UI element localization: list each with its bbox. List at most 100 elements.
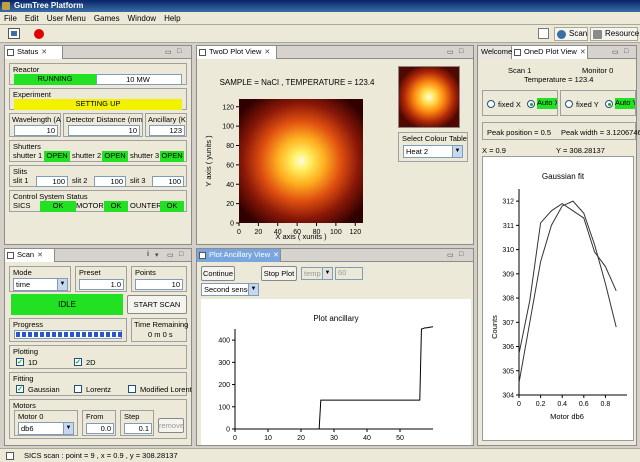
- window-title: GumTree Platform: [14, 1, 84, 10]
- start-scan-button[interactable]: START SCAN: [127, 295, 187, 314]
- chevron-down-icon[interactable]: ▾: [155, 251, 159, 259]
- sensor-select[interactable]: Second sensor ▼: [201, 283, 259, 296]
- y-tick-label: 0: [230, 221, 234, 228]
- tab-oned-plot-view[interactable]: OneD Plot View ✕: [512, 46, 588, 59]
- temp-value-input[interactable]: 60: [335, 267, 363, 280]
- close-icon[interactable]: ✕: [264, 49, 270, 56]
- time-remaining-value: 0 m 0 s: [148, 330, 173, 339]
- minimize-icon[interactable]: ▭: [447, 48, 454, 56]
- menu-file[interactable]: File: [0, 12, 21, 25]
- slit-2-value: 100: [94, 176, 126, 187]
- progress-segment: [16, 332, 20, 337]
- info-icon[interactable]: i: [147, 251, 149, 258]
- progress-segment: [46, 332, 50, 337]
- close-icon[interactable]: ✕: [37, 252, 43, 259]
- preset-input[interactable]: 1.0: [79, 279, 124, 290]
- detector-distance-group: Detector Distance (mm 10: [63, 113, 143, 137]
- twod-plot[interactable]: SAMPLE = NaCl , TEMPERATURE = 123.4 0 20 4…: [199, 61, 395, 243]
- tab-twod-plot-view[interactable]: TwoD Plot View ✕: [197, 46, 277, 59]
- sics-state: OK: [40, 201, 76, 212]
- tab-status[interactable]: Status ✕: [5, 46, 63, 59]
- tab-plot-ancillary-view[interactable]: Plot Ancillary View ✕: [197, 249, 281, 262]
- temp-select[interactable]: temp ▼: [301, 267, 333, 280]
- x-tick-label: 20: [254, 229, 262, 236]
- fixed-y-radio[interactable]: [565, 100, 573, 108]
- minimize-icon[interactable]: ▭: [612, 48, 619, 56]
- lorentz-checkbox[interactable]: [74, 385, 82, 393]
- colour-table-select[interactable]: Heat 2 ▼: [403, 145, 463, 158]
- maximize-icon[interactable]: □: [179, 251, 183, 258]
- x-tick-label: 0.4: [557, 401, 567, 408]
- minimize-icon[interactable]: ▭: [167, 251, 174, 259]
- open-perspective-icon[interactable]: [538, 28, 549, 39]
- progress-segment: [82, 332, 86, 337]
- chevron-down-icon: ▼: [322, 268, 332, 279]
- minimize-icon[interactable]: ▭: [165, 48, 172, 56]
- step-input[interactable]: 0.1: [124, 423, 152, 434]
- x-tick-label: 0.2: [536, 401, 546, 408]
- oned-plot-view: Welcome OneD Plot View ✕ ▭ □ Scan 1 Monit…: [477, 45, 640, 446]
- stop-record-icon[interactable]: [34, 29, 44, 39]
- motors-group: Motors Motor 0 db6 ▼ From 0.0 Step 0.1 re…: [9, 399, 187, 439]
- plot-1d-checkbox[interactable]: ✓: [16, 358, 24, 366]
- menu-edit[interactable]: Edit: [21, 12, 43, 25]
- y-tick-label: 400: [218, 338, 230, 345]
- gaussian-data-line: [518, 202, 617, 354]
- ancillary-group: Ancillary (K 123: [145, 113, 187, 137]
- auto-x-radio[interactable]: [527, 100, 535, 108]
- progress-segment: [28, 332, 32, 337]
- mode-select[interactable]: time ▼: [13, 278, 68, 291]
- chevron-down-icon: ▼: [63, 423, 73, 434]
- wavelength-value: 10: [14, 125, 58, 136]
- menu-bar: File Edit User Menu Games Window Help: [0, 12, 640, 25]
- points-input[interactable]: 10: [135, 279, 183, 290]
- maximize-icon[interactable]: □: [177, 48, 181, 55]
- gaussian-fit-plot[interactable]: Gaussian fit 304 305 306 307 308 309 310 311 312…: [482, 156, 634, 441]
- from-input[interactable]: 0.0: [86, 423, 114, 434]
- close-icon[interactable]: ✕: [41, 49, 47, 56]
- perspective-scan[interactable]: Scan: [554, 27, 588, 41]
- motor-select[interactable]: db6 ▼: [18, 422, 74, 435]
- plot-2d-checkbox[interactable]: ✓: [74, 358, 82, 366]
- menu-window[interactable]: Window: [124, 12, 160, 25]
- plot-ancillary-view: Plot Ancillary View ✕ ▭ □ Continue Stop P…: [196, 248, 474, 446]
- y-tick-label: 305: [502, 368, 514, 375]
- points-group: Points 10: [131, 266, 187, 292]
- minimize-icon[interactable]: ▭: [447, 251, 454, 259]
- modified-lorentz-checkbox[interactable]: [128, 385, 136, 393]
- menu-games[interactable]: Games: [90, 12, 124, 25]
- view-icon: [7, 49, 14, 56]
- tab-scan[interactable]: Scan ✕: [5, 249, 55, 262]
- y-tick-label: 306: [502, 344, 514, 351]
- maximize-icon[interactable]: □: [624, 48, 628, 55]
- progress-segment: [34, 332, 38, 337]
- fixed-x-radio[interactable]: [487, 100, 495, 108]
- shutter-2-state: OPEN: [102, 151, 128, 162]
- experiment-group: Experiment SETTING UP: [9, 88, 187, 110]
- tab-welcome[interactable]: Welcome: [478, 46, 512, 59]
- monitor-value: Monitor 0: [582, 66, 614, 75]
- time-remaining-group: Time Remaining 0 m 0 s: [131, 318, 188, 342]
- close-icon[interactable]: ✕: [580, 49, 586, 56]
- remove-motor-button[interactable]: remove: [158, 418, 184, 433]
- twod-plot-view: TwoD Plot View ✕ ▭ □ SAMPLE = NaCl , TEMP: [196, 45, 474, 245]
- progress-segment: [88, 332, 92, 337]
- maximize-icon[interactable]: □: [459, 48, 463, 55]
- twod-plot-title: SAMPLE = NaCl , TEMPERATURE = 123.4: [220, 78, 375, 87]
- colour-table-group: Select Colour Table Heat 2 ▼: [398, 132, 468, 162]
- x-scale-group: fixed X Auto X: [482, 90, 558, 116]
- perspective-resource[interactable]: Resource: [590, 27, 639, 41]
- auto-y-radio[interactable]: [605, 100, 613, 108]
- menu-user-menu[interactable]: User Menu: [43, 12, 90, 25]
- shutters-group: Shutters shutter 1 OPEN shutter 2 OPEN s…: [9, 140, 187, 162]
- gaussian-checkbox[interactable]: ✓: [16, 385, 24, 393]
- stop-plot-button[interactable]: Stop Plot: [261, 266, 297, 281]
- maximize-icon[interactable]: □: [459, 251, 463, 258]
- y-tick-label: 100: [218, 404, 230, 411]
- continue-button[interactable]: Continue: [201, 266, 235, 281]
- connect-icon[interactable]: [8, 28, 20, 39]
- x-tick-label: 10: [264, 435, 272, 442]
- ancillary-plot[interactable]: Plot ancillary 0 100 200 300 400 0 10 20 30 40 50: [201, 299, 471, 445]
- close-icon[interactable]: ✕: [273, 252, 279, 259]
- menu-help[interactable]: Help: [160, 12, 184, 25]
